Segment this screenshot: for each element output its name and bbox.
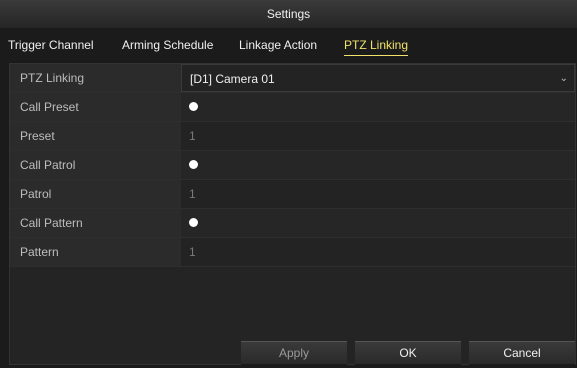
ptz-linking-select[interactable]: [D1] Camera 01 ⌄ [181, 64, 575, 92]
pattern-field[interactable]: 1 [181, 238, 575, 266]
row-patrol: Patrol 1 [10, 180, 575, 209]
apply-button[interactable]: Apply [241, 341, 347, 365]
ok-button[interactable]: OK [355, 341, 461, 365]
row-call-patrol: Call Patrol [10, 151, 575, 180]
window-title: Settings [0, 0, 577, 28]
preset-label: Preset [10, 122, 181, 150]
call-patrol-label: Call Patrol [10, 151, 181, 179]
pattern-label: Pattern [10, 238, 181, 266]
call-patrol-field [181, 151, 575, 179]
preset-field[interactable]: 1 [181, 122, 575, 150]
cancel-button[interactable]: Cancel [469, 341, 575, 365]
row-pattern: Pattern 1 [10, 238, 575, 267]
chevron-down-icon: ⌄ [559, 73, 568, 84]
ptz-linking-label: PTZ Linking [10, 64, 181, 92]
row-call-pattern: Call Pattern [10, 209, 575, 238]
row-ptz-linking: PTZ Linking [D1] Camera 01 ⌄ [10, 64, 575, 93]
tab-trigger-channel[interactable]: Trigger Channel [8, 28, 94, 60]
ptz-linking-value: [D1] Camera 01 [190, 72, 275, 86]
call-pattern-label: Call Pattern [10, 209, 181, 237]
tab-linkage-action[interactable]: Linkage Action [239, 28, 317, 60]
call-preset-label: Call Preset [10, 93, 181, 121]
tab-bar: Trigger Channel Arming Schedule Linkage … [0, 28, 577, 60]
patrol-field[interactable]: 1 [181, 180, 575, 208]
call-pattern-checkbox[interactable] [189, 218, 198, 228]
ptz-linking-panel: PTZ Linking [D1] Camera 01 ⌄ Call Preset… [9, 63, 576, 365]
call-preset-checkbox[interactable] [189, 102, 198, 112]
tab-ptz-linking[interactable]: PTZ Linking [344, 28, 409, 60]
call-pattern-field [181, 209, 575, 237]
row-call-preset: Call Preset [10, 93, 575, 122]
call-preset-field [181, 93, 575, 121]
settings-window: Settings Trigger Channel Arming Schedule… [0, 0, 577, 368]
call-patrol-checkbox[interactable] [189, 160, 198, 170]
patrol-label: Patrol [10, 180, 181, 208]
row-preset: Preset 1 [10, 122, 575, 151]
tab-arming-schedule[interactable]: Arming Schedule [122, 28, 213, 60]
